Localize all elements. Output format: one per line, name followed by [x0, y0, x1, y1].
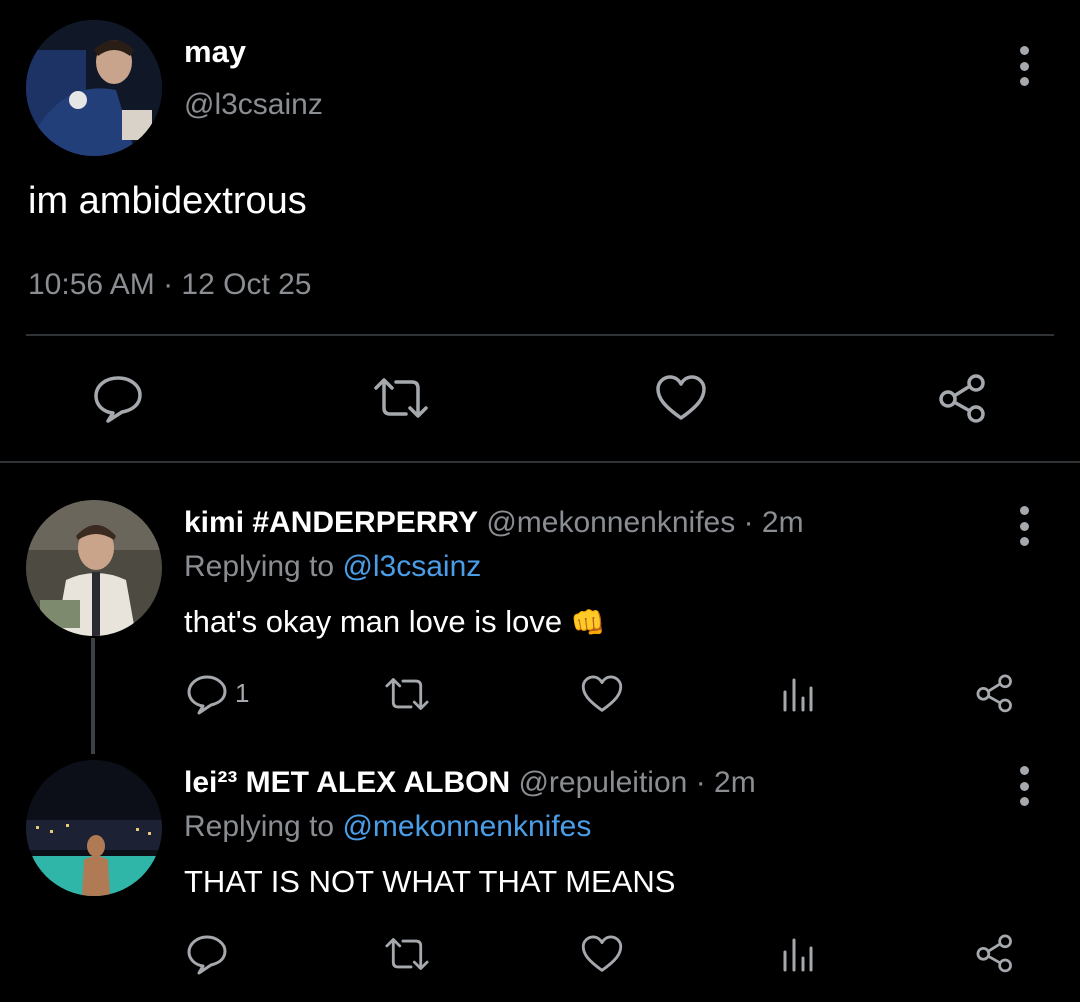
retweet-icon[interactable] — [382, 674, 432, 714]
reply-icon[interactable] — [186, 934, 228, 976]
reply-header: lei²³ MET ALEX ALBON @repuleition · 2m — [184, 766, 756, 800]
reply-text-line: that's okay man love is love 👊 — [184, 604, 606, 640]
divider — [0, 461, 1080, 463]
reply-header: kimi #ANDERPERRY @mekonnenknifes · 2m — [184, 506, 804, 540]
main-handle[interactable]: @l3csainz — [184, 88, 323, 122]
share-icon[interactable] — [974, 932, 1016, 974]
replying-to-line: Replying to @mekonnenknifes — [184, 810, 591, 844]
share-icon[interactable] — [974, 672, 1016, 714]
replying-prefix: Replying to — [184, 550, 335, 583]
reply-icon[interactable] — [92, 374, 144, 424]
replying-to-link[interactable]: @mekonnenknifes — [342, 810, 591, 843]
retweet-icon[interactable] — [370, 374, 432, 422]
main-tweet-text: im ambidextrous — [28, 180, 307, 222]
reply-handle[interactable]: @mekonnenknifes — [486, 506, 735, 539]
main-timestamp: 10:56 AM · 12 Oct 25 — [28, 268, 312, 301]
fist-emoji-icon: 👊 — [570, 606, 606, 639]
replying-to-line: Replying to @l3csainz — [184, 550, 481, 584]
like-heart-icon[interactable] — [654, 374, 708, 422]
avatar-may[interactable] — [26, 20, 162, 156]
reply-handle[interactable]: @repuleition — [518, 766, 687, 799]
replying-to-link[interactable]: @l3csainz — [342, 550, 481, 583]
reply-text: that's okay man love is love — [184, 604, 563, 639]
like-heart-icon[interactable] — [580, 674, 624, 714]
share-icon[interactable] — [936, 372, 990, 424]
more-options-icon[interactable] — [1018, 506, 1030, 546]
avatar-kimi[interactable] — [26, 500, 162, 636]
analytics-icon[interactable] — [780, 674, 816, 714]
reply-time: · 2m — [695, 766, 756, 799]
retweet-icon[interactable] — [382, 934, 432, 974]
reply-icon[interactable] — [186, 674, 228, 716]
replying-prefix: Replying to — [184, 810, 335, 843]
main-display-name[interactable]: may — [184, 34, 246, 70]
reply-time: · 2m — [743, 506, 804, 539]
more-options-icon[interactable] — [1018, 46, 1030, 86]
analytics-icon[interactable] — [780, 934, 816, 974]
reply-text: THAT IS NOT WHAT THAT MEANS — [184, 864, 676, 899]
more-options-icon[interactable] — [1018, 766, 1030, 806]
reply-display-name[interactable]: lei²³ MET ALEX ALBON — [184, 766, 510, 799]
divider — [26, 334, 1054, 336]
thread-line — [91, 638, 95, 754]
like-heart-icon[interactable] — [580, 934, 624, 974]
reply-count: 1 — [235, 678, 250, 708]
avatar-lei[interactable] — [26, 760, 162, 896]
reply-display-name[interactable]: kimi #ANDERPERRY — [184, 506, 478, 539]
